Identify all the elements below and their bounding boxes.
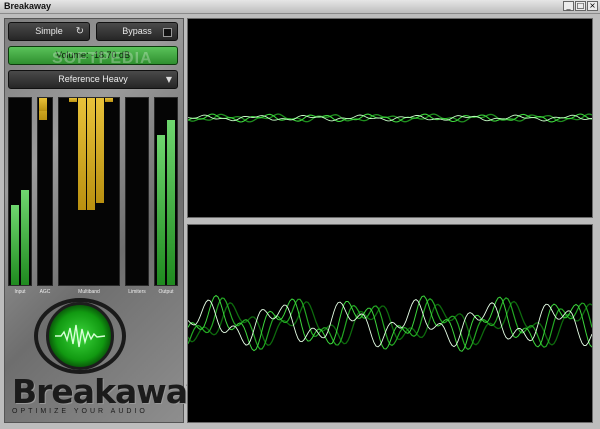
agc-level-bar <box>39 98 47 111</box>
preset-dropdown[interactable]: Reference Heavy ▼ <box>8 70 178 89</box>
multiband-meter <box>58 97 120 286</box>
chevron-down-icon: ▼ <box>165 75 172 84</box>
top-waveform-icon <box>187 113 593 123</box>
multiband-level-bar <box>69 98 77 102</box>
bypass-button[interactable]: Bypass <box>96 22 178 41</box>
bypass-button-label: Bypass <box>122 26 152 36</box>
refresh-icon: ↻ <box>75 26 84 37</box>
bypass-indicator-icon <box>163 28 172 37</box>
agc-meter-label: AGC <box>39 289 51 295</box>
preset-value: Reference Heavy <box>58 74 128 84</box>
oscilloscope-bottom <box>187 224 593 423</box>
input-meter-label: Input <box>14 289 26 295</box>
window-controls: _ □ × <box>563 1 598 11</box>
limiters-meter <box>125 97 149 286</box>
multiband-meter-label: Multiband <box>78 289 100 295</box>
input-level-bar <box>21 190 29 285</box>
minimize-button[interactable]: _ <box>563 1 574 11</box>
multiband-level-bar <box>87 98 95 210</box>
multiband-level-bar <box>78 98 86 210</box>
limiters-meter-label: Limiters <box>128 289 146 295</box>
breakaway-logo-icon <box>46 302 114 370</box>
waveform-icon <box>55 324 106 348</box>
bottom-waveform-icon <box>187 294 593 352</box>
maximize-button[interactable]: □ <box>575 1 586 11</box>
input-level-bar <box>11 205 19 285</box>
multiband-level-bar <box>105 98 113 102</box>
oscilloscope-top <box>187 18 593 218</box>
logo-tagline: OPTIMIZE YOUR AUDIO <box>12 408 148 415</box>
output-meter-label: Output <box>158 289 174 295</box>
output-level-bar <box>157 135 165 285</box>
output-meter <box>154 97 178 286</box>
close-button[interactable]: × <box>587 1 598 11</box>
title-bar[interactable]: Breakaway _ □ × <box>0 0 600 14</box>
input-meter <box>8 97 32 286</box>
simple-button-label: Simple <box>35 26 63 36</box>
watermark: SOFTPEDIA <box>52 50 153 67</box>
multiband-level-bar <box>96 98 104 203</box>
simple-button[interactable]: Simple ↻ <box>8 22 90 41</box>
window-title: Breakaway <box>4 1 52 11</box>
output-level-bar <box>167 120 175 285</box>
logo-wordmark: Breakaway <box>12 372 208 411</box>
agc-meter <box>37 97 53 286</box>
